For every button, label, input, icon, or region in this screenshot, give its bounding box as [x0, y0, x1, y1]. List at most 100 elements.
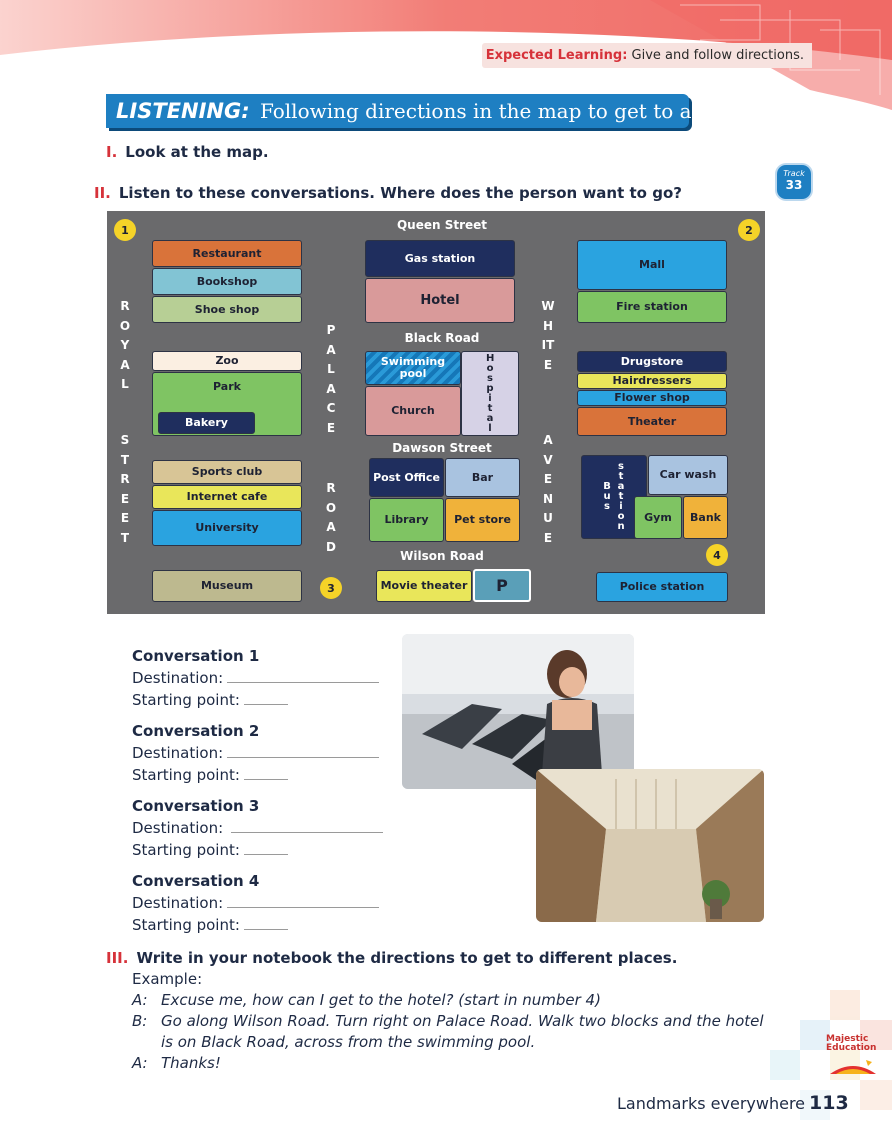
conversation-4: Conversation 4 Destination: Starting poi… — [132, 872, 392, 934]
speaker: A: — [132, 991, 148, 1009]
marker-1: 1 — [114, 219, 136, 241]
page-number: 113 — [809, 1092, 849, 1114]
conversation-title: Conversation 4 — [132, 872, 260, 890]
place-internet-cafe: Internet cafe — [152, 485, 302, 509]
street-wilson: Wilson Road — [400, 549, 484, 563]
destination-label: Destination: — [132, 894, 224, 912]
marker-3: 3 — [320, 577, 342, 599]
conversation-1: Conversation 1 Destination: Starting poi… — [132, 647, 392, 709]
expected-learning-text: Give and follow directions. — [631, 48, 804, 63]
track-number: 33 — [785, 178, 803, 192]
instruction-text: Write in your notebook the directions to… — [136, 949, 678, 967]
place-theater: Theater — [577, 407, 727, 436]
place-drugstore: Drugstore — [577, 351, 727, 372]
instruction-number: III. — [106, 949, 129, 967]
destination-label: Destination: — [132, 819, 224, 837]
conversation-title: Conversation 1 — [132, 647, 260, 665]
destination-blank[interactable] — [227, 743, 380, 758]
destination-label: Destination: — [132, 744, 224, 762]
place-flower-shop: Flower shop — [577, 390, 727, 406]
city-map: Queen Street Black Road Dawson Street Wi… — [107, 211, 765, 614]
example-line-3: is on Black Road, across from the swimmi… — [132, 1033, 535, 1051]
instruction-text: Listen to these conversations. Where doe… — [118, 184, 682, 202]
street-royal-2: STREET — [120, 433, 130, 545]
place-gym: Gym — [634, 496, 682, 539]
publisher-logo-mark — [830, 1060, 876, 1074]
place-sports-club: Sports club — [152, 460, 302, 484]
place-parking: P — [473, 569, 531, 602]
starting-point-label: Starting point: — [132, 766, 240, 784]
starting-point-label: Starting point: — [132, 916, 240, 934]
section-name: Landmarks everywhere — [617, 1094, 806, 1113]
line-text: Thanks! — [161, 1054, 221, 1072]
line-text: Go along Wilson Road. Turn right on Pala… — [161, 1012, 764, 1030]
starting-point-label: Starting point: — [132, 691, 240, 709]
marker-2: 2 — [738, 219, 760, 241]
place-hotel: Hotel — [365, 278, 515, 323]
starting-point-blank[interactable] — [243, 840, 288, 855]
instruction-number: I. — [106, 143, 118, 161]
place-police-station: Police station — [596, 572, 728, 602]
starting-point-blank[interactable] — [243, 915, 288, 930]
place-zoo: Zoo — [152, 351, 302, 371]
example-line-2: B: Go along Wilson Road. Turn right on Pa… — [132, 1012, 764, 1030]
audio-track-badge[interactable]: Track 33 — [777, 165, 811, 199]
street-dawson: Dawson Street — [392, 441, 492, 455]
conversation-title: Conversation 3 — [132, 797, 260, 815]
destination-blank[interactable] — [227, 893, 380, 908]
publisher-logo: Majestic Education — [826, 1034, 877, 1053]
instruction-text: Look at the map. — [125, 143, 269, 161]
gym-treadmill-photo — [402, 634, 634, 789]
conversation-2: Conversation 2 Destination: Starting poi… — [132, 722, 392, 784]
place-shoe-shop: Shoe shop — [152, 296, 302, 323]
street-white-1: WHITE — [541, 299, 555, 372]
place-restaurant: Restaurant — [152, 240, 302, 267]
example-line-4: A: Thanks! — [132, 1054, 221, 1072]
street-black: Black Road — [404, 331, 480, 345]
street-palace-1: PALACE — [326, 323, 336, 435]
place-movie-theater: Movie theater — [376, 570, 472, 602]
expected-learning: Expected Learning: Give and follow direc… — [482, 43, 812, 68]
place-gas-station: Gas station — [365, 240, 515, 277]
place-bookshop: Bookshop — [152, 268, 302, 295]
line-text: is on Black Road, across from the swimmi… — [161, 1033, 536, 1051]
conversation-3: Conversation 3 Destination: Starting poi… — [132, 797, 392, 859]
place-swimming-pool: Swimming pool — [365, 351, 461, 385]
instruction-3: III. Write in your notebook the direction… — [106, 949, 677, 967]
starting-point-blank[interactable] — [243, 765, 288, 780]
hospital-label: Hospital — [486, 352, 495, 434]
street-queen: Queen Street — [396, 218, 488, 232]
place-bar: Bar — [445, 458, 520, 497]
place-mall: Mall — [577, 240, 727, 290]
place-museum: Museum — [152, 570, 302, 602]
starting-point-blank[interactable] — [243, 690, 288, 705]
speaker: A: — [132, 1054, 148, 1072]
place-pet-store: Pet store — [445, 498, 520, 542]
page-footer: Landmarks everywhere 113 — [617, 1092, 849, 1114]
marker-4: 4 — [706, 544, 728, 566]
destination-label: Destination: — [132, 669, 224, 687]
section-title-text: Following directions in the map to get t… — [259, 99, 753, 123]
place-hospital: Hospital — [461, 351, 519, 436]
instruction-2: II. Listen to these conversations. Where … — [94, 184, 682, 202]
instruction-1: I. Look at the map. — [106, 143, 269, 161]
shopping-mall-photo — [536, 769, 764, 922]
destination-blank[interactable] — [227, 668, 380, 683]
street-royal-1: ROYAL — [119, 299, 131, 391]
street-white-2: AVENUE — [542, 433, 554, 545]
instruction-number: II. — [94, 184, 111, 202]
bus-station-label-2: station — [617, 461, 625, 532]
place-car-wash: Car wash — [648, 455, 728, 495]
example-label: Example: — [132, 970, 203, 988]
place-fire-station: Fire station — [577, 291, 727, 323]
place-hairdressers: Hairdressers — [577, 373, 727, 389]
place-bakery: Bakery — [158, 412, 255, 434]
speaker: B: — [132, 1012, 148, 1030]
place-library: Library — [369, 498, 444, 542]
place-church: Church — [365, 386, 461, 436]
place-post-office: Post Office — [369, 458, 444, 497]
destination-blank[interactable] — [231, 818, 384, 833]
example-line-1: A: Excuse me, how can I get to the hotel?… — [132, 991, 601, 1009]
place-university: University — [152, 510, 302, 546]
section-title: LISTENING: Following directions in the m… — [106, 94, 752, 128]
